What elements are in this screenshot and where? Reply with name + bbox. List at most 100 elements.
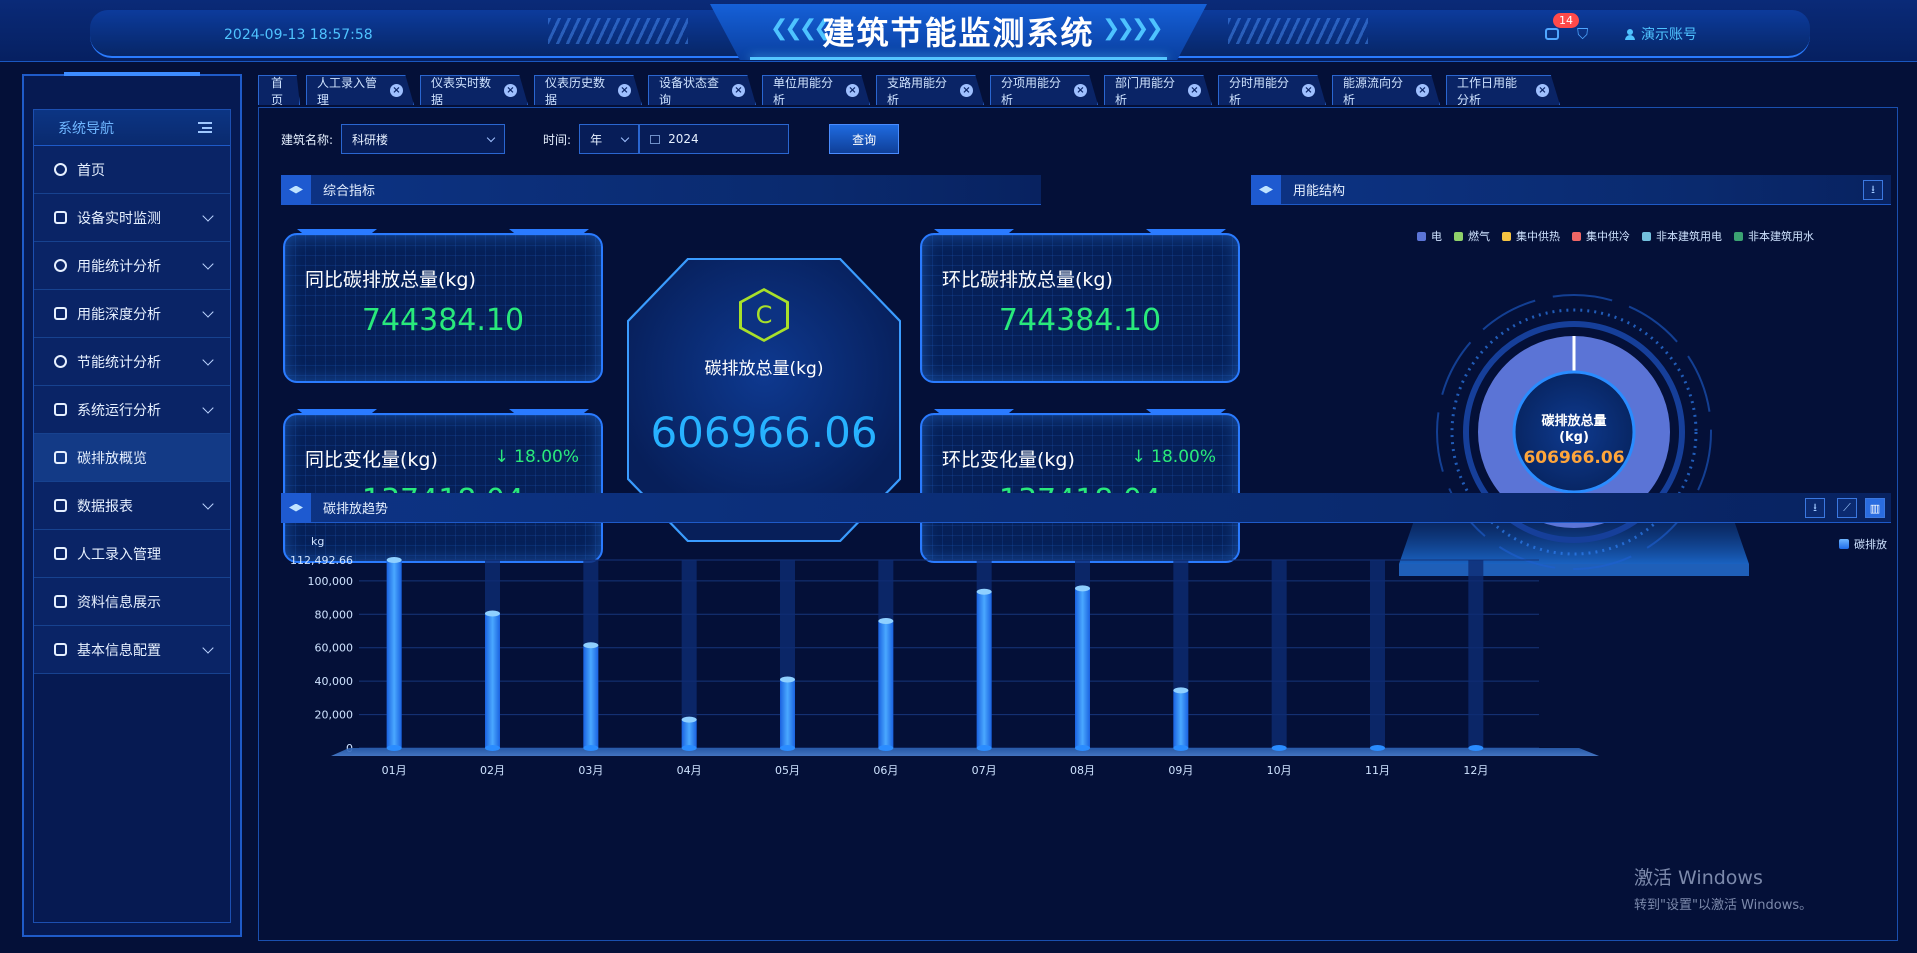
sidebar-item[interactable]: 系统运行分析 <box>34 386 230 434</box>
building-label: 建筑名称: <box>281 132 334 147</box>
edit-icon <box>54 547 67 560</box>
close-icon[interactable]: × <box>1536 84 1549 97</box>
tab-label: 分项用能分析 <box>1001 75 1062 107</box>
close-icon[interactable]: × <box>846 84 859 97</box>
sidebar-item[interactable]: 资料信息展示 <box>34 578 230 626</box>
legend-swatch <box>1454 231 1463 241</box>
tab[interactable]: 人工录入管理 × <box>306 75 414 105</box>
calendar-icon <box>650 134 661 144</box>
tab[interactable]: 仪表历史数据 × <box>534 75 642 105</box>
legend-swatch <box>1572 231 1581 241</box>
skin-icon[interactable]: ⛉ <box>1577 25 1595 43</box>
y-tick-label: 20,000 <box>315 709 354 722</box>
y-tick-label: 100,000 <box>308 575 354 588</box>
x-tick-label: 01月 <box>382 764 407 777</box>
building-select[interactable]: 科研楼 <box>341 124 506 154</box>
bar-top <box>681 716 697 723</box>
close-icon[interactable]: × <box>390 84 403 97</box>
tab[interactable]: 首页 <box>258 75 300 105</box>
bar-chart-icon[interactable]: ▥ <box>1865 498 1885 518</box>
tab[interactable]: 单位用能分析 × <box>762 75 870 105</box>
nav-list: 首页设备实时监测用能统计分析 用能深度分析 节能统计分析 系统运行分析 碳排放概览 数据报… <box>34 146 230 674</box>
close-icon[interactable]: × <box>618 84 631 97</box>
tab[interactable]: 设备状态查询 × <box>648 75 756 105</box>
config-icon <box>54 643 67 656</box>
legend-label: 非本建筑用电 <box>1656 230 1722 243</box>
close-icon[interactable]: × <box>1416 84 1429 97</box>
bar-track <box>1468 560 1484 748</box>
chart-floor <box>331 748 1599 756</box>
sidebar-item[interactable]: 人工录入管理 <box>34 530 230 578</box>
structure-section-header: 用能结构 ⭳ <box>1251 174 1891 205</box>
download-icon[interactable]: ⭳ <box>1863 180 1883 200</box>
query-button[interactable]: 查询 <box>829 124 900 154</box>
app-header: ❮❮❮❮ ❯❯❯❯ 建筑节能监测系统 2024-09-13 18:57:58 1… <box>0 0 1917 62</box>
close-icon[interactable]: × <box>732 84 745 97</box>
yoy-change-label: 同比变化量(kg) <box>305 449 438 471</box>
legend-item[interactable]: 燃气 <box>1454 228 1490 244</box>
menu-fold-icon[interactable] <box>198 122 212 133</box>
tab[interactable]: 能源流向分析 × <box>1332 75 1440 105</box>
close-icon[interactable]: × <box>504 84 517 97</box>
legend-item[interactable]: 非本建筑用水 <box>1734 228 1814 244</box>
legend-swatch <box>1502 231 1511 241</box>
mom-total-card: 环比碳排放总量(kg) 744384.10 <box>920 233 1240 383</box>
close-icon[interactable]: × <box>1302 84 1315 97</box>
y-tick-label: 112,492.66 <box>290 554 353 567</box>
yoy-total-card: 同比碳排放总量(kg) 744384.10 <box>283 233 603 383</box>
legend-item[interactable]: 非本建筑用电 <box>1642 228 1722 244</box>
legend-item[interactable]: 集中供热 <box>1502 228 1560 244</box>
bar <box>681 719 697 748</box>
sidebar-item[interactable]: 数据报表 <box>34 482 230 530</box>
x-tick-label: 05月 <box>775 764 800 777</box>
bar-top <box>485 610 500 617</box>
donut-center-label-1: 碳排放总量 <box>1541 414 1607 429</box>
tab[interactable]: 分时用能分析 × <box>1218 75 1326 105</box>
line-chart-icon[interactable]: ⟋ <box>1837 498 1857 518</box>
messages-button[interactable]: 14 <box>1545 13 1579 43</box>
structure-title: 用能结构 <box>1293 184 1346 199</box>
donut-center-value: 606966.06 <box>1523 448 1625 468</box>
message-icon <box>1545 28 1559 40</box>
watermark-line-1: 激活 Windows <box>1634 867 1763 889</box>
chevron-down-icon <box>202 641 214 654</box>
user-icon <box>1625 28 1635 40</box>
sidebar-item[interactable]: 基本信息配置 <box>34 626 230 674</box>
chevron-down-icon <box>620 133 630 142</box>
chevron-down-icon <box>202 257 214 270</box>
chevron-down-icon <box>486 133 496 142</box>
bar-top <box>583 642 599 649</box>
close-icon[interactable]: × <box>1074 84 1087 97</box>
tab[interactable]: 仪表实时数据 × <box>420 75 528 105</box>
user-account-button[interactable]: 演示账号 <box>1625 24 1697 44</box>
legend-label: 集中供冷 <box>1586 230 1630 243</box>
download-icon[interactable]: ⭳ <box>1805 498 1825 518</box>
sidebar-item[interactable]: 首页 <box>34 146 230 194</box>
tab[interactable]: 工作日用能分析 × <box>1446 75 1560 105</box>
sidebar-item[interactable]: 用能深度分析 <box>34 290 230 338</box>
main-content: 建筑名称: 科研楼 时间: 年 2024 查询 综合指标 同比碳排放总量(kg)… <box>258 107 1898 941</box>
date-picker[interactable]: 2024 <box>639 124 790 154</box>
tab[interactable]: 部门用能分析 × <box>1104 75 1212 105</box>
close-icon[interactable]: × <box>960 84 973 97</box>
x-tick-label: 09月 <box>1168 764 1193 777</box>
sidebar-item[interactable]: 设备实时监测 <box>34 194 230 242</box>
sidebar-item-label: 设备实时监测 <box>77 210 161 227</box>
close-icon[interactable]: × <box>1188 84 1201 97</box>
legend-swatch <box>1734 231 1743 241</box>
x-tick-label: 10月 <box>1267 764 1292 777</box>
tab[interactable]: 分项用能分析 × <box>990 75 1098 105</box>
sidebar-item[interactable]: 碳排放概览 <box>34 434 230 482</box>
tab-label: 能源流向分析 <box>1343 75 1404 107</box>
tab-label: 部门用能分析 <box>1115 75 1176 107</box>
sidebar-item[interactable]: 用能统计分析 <box>34 242 230 290</box>
monitor-icon <box>54 211 67 224</box>
sidebar-item[interactable]: 节能统计分析 <box>34 338 230 386</box>
legend-item[interactable]: 电 <box>1417 228 1442 244</box>
legend-item[interactable]: 集中供冷 <box>1572 228 1630 244</box>
period-select[interactable]: 年 <box>579 124 640 154</box>
chevron-down-icon <box>202 497 214 510</box>
y-tick-label: 80,000 <box>315 608 354 621</box>
tab[interactable]: 支路用能分析 × <box>876 75 984 105</box>
x-tick-label: 03月 <box>578 764 603 777</box>
